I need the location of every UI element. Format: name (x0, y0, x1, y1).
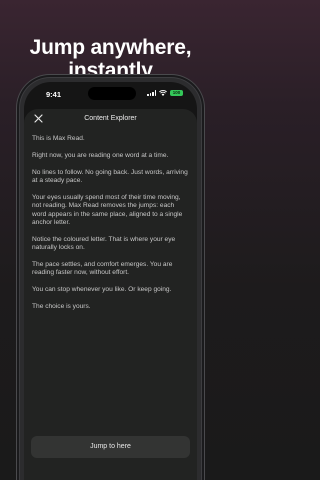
phone-frame: 9:41 100 Content Explorer This is Max Re… (20, 78, 201, 480)
promo-headline-line1: Jump anywhere, (29, 36, 192, 59)
content-paragraph: You can stop whenever you like. Or keep … (32, 286, 172, 294)
dynamic-island (88, 87, 136, 100)
reading-content: This is Max Read. Right now, you are rea… (32, 135, 190, 320)
wifi-icon (159, 90, 167, 96)
sheet-header: Content Explorer (24, 109, 197, 131)
content-paragraph: The pace settles, and comfort emerges. Y… (32, 261, 173, 277)
status-icons: 100 (147, 90, 183, 96)
status-time: 9:41 (46, 90, 62, 99)
content-explorer-sheet: Content Explorer This is Max Read. Right… (24, 109, 197, 480)
content-paragraph: Right now, you are reading one word at a… (32, 151, 169, 159)
status-bar: 9:41 100 (24, 82, 197, 106)
sheet-title: Content Explorer (84, 115, 137, 122)
content-paragraph: Notice the coloured letter. That is wher… (32, 235, 176, 252)
content-paragraph: Your eyes usually spend most of their ti… (32, 193, 183, 227)
content-paragraph: No lines to follow. No going back. Just … (32, 168, 188, 184)
cellular-signal-icon (147, 90, 156, 96)
phone-screen: 9:41 100 Content Explorer This is Max Re… (24, 82, 197, 480)
content-paragraph: The choice is yours. (32, 303, 91, 311)
promo-headline: Jump anywhere, instantly (0, 36, 221, 82)
jump-to-here-button[interactable]: Jump to here (31, 436, 190, 458)
content-paragraph: This is Max Read. (32, 135, 85, 142)
battery-icon: 100 (170, 90, 183, 96)
